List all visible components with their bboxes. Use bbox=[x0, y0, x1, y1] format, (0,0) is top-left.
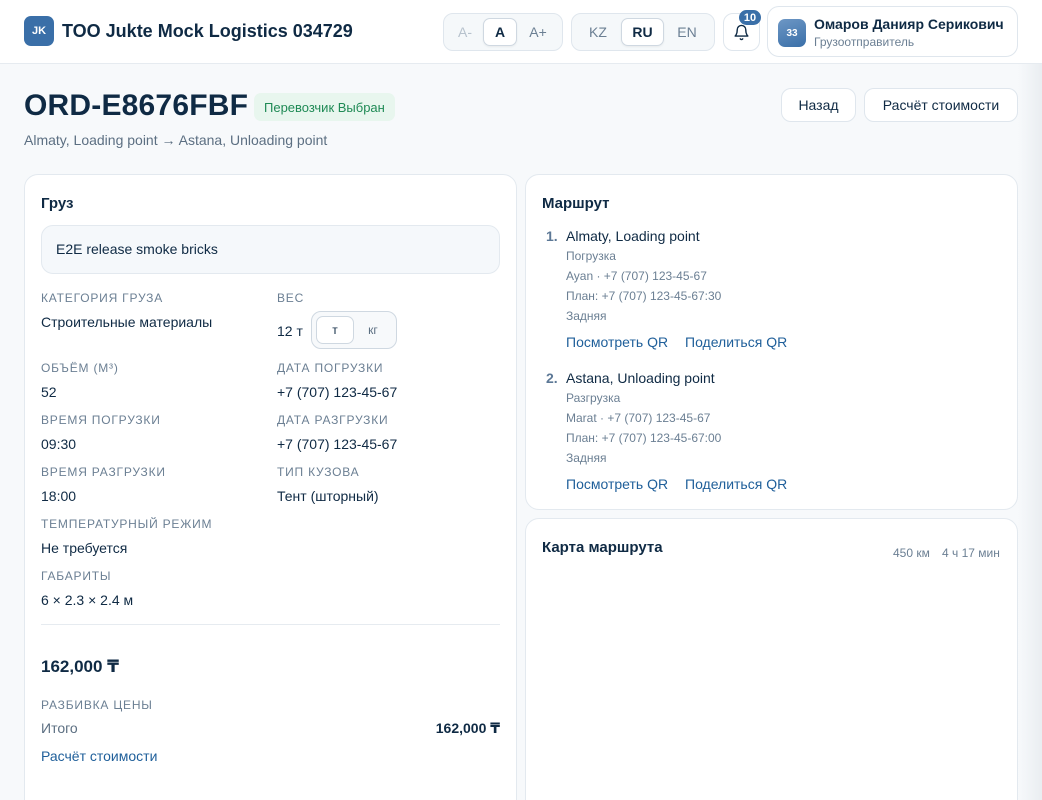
lang-ru-button[interactable]: RU bbox=[621, 18, 664, 46]
stop-number: 1. bbox=[546, 228, 558, 244]
stop-contact: Marat · +7 (707) 123-45-67 bbox=[566, 411, 711, 425]
scroll-shadow bbox=[1018, 64, 1042, 800]
unloading-time-label: Время разгрузки bbox=[41, 465, 166, 479]
lang-kz-button[interactable]: KZ bbox=[575, 18, 621, 46]
unit-kg-button[interactable]: кг bbox=[354, 316, 392, 344]
font-increase-button[interactable]: A+ bbox=[517, 18, 559, 46]
view-qr-link[interactable]: Посмотреть QR bbox=[566, 334, 668, 350]
loading-time-value: 09:30 bbox=[41, 436, 77, 452]
view-qr-link[interactable]: Посмотреть QR bbox=[566, 476, 668, 492]
share-qr-link[interactable]: Поделиться QR bbox=[685, 476, 787, 492]
loading-date-value: +7 (707) 123-45-67 bbox=[277, 384, 398, 400]
brand[interactable]: JK TOO Jukte Mock Logistics 034729 bbox=[24, 16, 353, 46]
dimensions-label: Габариты bbox=[41, 569, 112, 583]
loading-time-label: Время погрузки bbox=[41, 413, 161, 427]
notifications-button[interactable]: 10 bbox=[723, 10, 761, 51]
map-duration: 4 ч 17 мин bbox=[942, 546, 1000, 560]
stop-number: 2. bbox=[546, 370, 558, 386]
cargo-description: E2E release smoke bricks bbox=[41, 225, 500, 274]
total-value: 162,000 ₸ bbox=[435, 720, 500, 736]
weight-unit-toggle: т кг bbox=[311, 311, 397, 349]
price-total: 162,000 ₸ bbox=[41, 657, 120, 676]
map-distance: 450 км bbox=[893, 546, 930, 560]
user-menu[interactable]: 33 Омаров Данияр Серикович Грузоотправит… bbox=[767, 6, 1018, 57]
notification-count-badge: 10 bbox=[739, 10, 761, 25]
loading-date-label: Дата погрузки bbox=[277, 361, 384, 375]
calc-cost-link[interactable]: Расчёт стоимости bbox=[41, 748, 157, 764]
font-normal-button[interactable]: A bbox=[483, 18, 517, 46]
body-type-label: Тип кузова bbox=[277, 465, 360, 479]
category-label: Категория груза bbox=[41, 291, 164, 305]
cargo-card: Груз E2E release smoke bricks Категория … bbox=[24, 174, 517, 800]
stop-title: Astana, Unloading point bbox=[566, 370, 715, 386]
back-button[interactable]: Назад bbox=[781, 88, 856, 122]
unit-ton-button[interactable]: т bbox=[316, 316, 354, 344]
user-role: Грузоотправитель bbox=[814, 35, 915, 49]
stop-type: Разгрузка bbox=[566, 391, 621, 405]
status-badge: Перевозчик Выбран bbox=[254, 93, 395, 121]
map-title: Карта маршрута bbox=[542, 539, 663, 556]
language-switcher: KZ RU EN bbox=[571, 13, 715, 51]
divider bbox=[41, 624, 500, 625]
route-map[interactable] bbox=[526, 575, 1017, 800]
temperature-label: Температурный режим bbox=[41, 517, 213, 531]
route-subtitle: Almaty, Loading point → Astana, Unloadin… bbox=[24, 132, 327, 148]
stop-title: Almaty, Loading point bbox=[566, 228, 700, 244]
app-title: TOO Jukte Mock Logistics 034729 bbox=[62, 20, 353, 41]
stop-plan: План: +7 (707) 123-45-67:30 bbox=[566, 289, 722, 303]
cargo-title: Груз bbox=[41, 195, 74, 212]
volume-label: Объём (м³) bbox=[41, 361, 119, 375]
user-name: Омаров Данияр Серикович bbox=[814, 16, 1004, 32]
stop-contact: Ayan · +7 (707) 123-45-67 bbox=[566, 269, 707, 283]
route-title: Маршрут bbox=[542, 195, 610, 212]
page-title: ORD-E8676FBF bbox=[24, 89, 249, 122]
unloading-date-label: Дата разгрузки bbox=[277, 413, 389, 427]
stop-type: Погрузка bbox=[566, 249, 616, 263]
stop-loading-type: Задняя bbox=[566, 309, 607, 323]
share-qr-link[interactable]: Поделиться QR bbox=[685, 334, 787, 350]
font-decrease-button[interactable]: A- bbox=[447, 18, 483, 46]
weight-label: Вес bbox=[277, 291, 305, 305]
stop-loading-type: Задняя bbox=[566, 451, 607, 465]
category-value: Строительные материалы bbox=[41, 314, 213, 330]
temperature-value: Не требуется bbox=[41, 540, 128, 556]
price-breakdown-label: Разбивка цены bbox=[41, 698, 153, 712]
total-label: Итого bbox=[41, 720, 78, 736]
body-type-value: Тент (шторный) bbox=[277, 488, 379, 504]
route-from: Almaty, Loading point bbox=[24, 132, 158, 148]
font-size-switcher: A- A A+ bbox=[443, 13, 563, 51]
arrow-icon: → bbox=[161, 132, 176, 148]
unloading-date-value: +7 (707) 123-45-67 bbox=[277, 436, 398, 452]
brand-logo: JK bbox=[24, 16, 54, 46]
route-to: Astana, Unloading point bbox=[178, 132, 328, 148]
stop-plan: План: +7 (707) 123-45-67:00 bbox=[566, 431, 722, 445]
map-card: Карта маршрута 450 км 4 ч 17 мин bbox=[525, 518, 1018, 800]
calc-cost-button[interactable]: Расчёт стоимости bbox=[864, 88, 1018, 122]
top-bar: JK TOO Jukte Mock Logistics 034729 A- A … bbox=[0, 0, 1042, 64]
unloading-time-value: 18:00 bbox=[41, 488, 77, 504]
dimensions-value: 6 × 2.3 × 2.4 м bbox=[41, 592, 134, 608]
avatar: 33 bbox=[778, 19, 806, 47]
bell-icon bbox=[734, 24, 749, 40]
volume-value: 52 bbox=[41, 384, 57, 400]
route-card: Маршрут 1. Almaty, Loading point Погрузк… bbox=[525, 174, 1018, 510]
weight-value: 12 т bbox=[277, 323, 303, 339]
lang-en-button[interactable]: EN bbox=[664, 18, 710, 46]
